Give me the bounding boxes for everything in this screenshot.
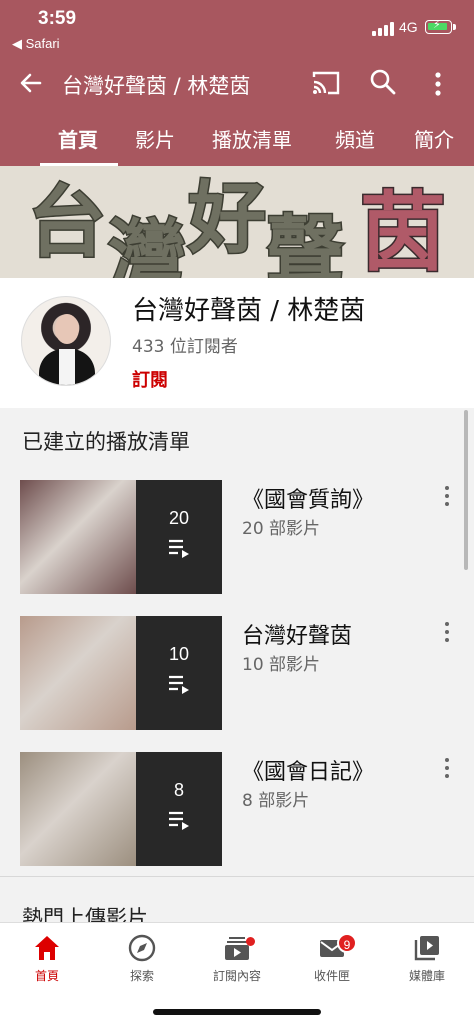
thumbnail-image <box>20 752 136 866</box>
status-bar: 3:59 ◀ Safari 4G ⚡ <box>0 0 474 58</box>
nav-explore[interactable]: 探索 <box>95 933 189 984</box>
tab-about[interactable]: 簡介 <box>414 124 454 153</box>
banner-char: 茵 <box>359 181 448 279</box>
inbox-badge: 9 <box>337 933 357 953</box>
playlist-title[interactable]: 《國會日記》 <box>242 754 374 786</box>
nav-inbox[interactable]: 9 收件匣 <box>285 933 379 984</box>
channel-tabs: 首頁 影片 播放清單 頻道 簡介 <box>0 118 474 166</box>
back-to-safari-link[interactable]: ◀ Safari <box>12 36 60 52</box>
channel-title: 台灣好聲茵 / 林楚茵 <box>62 74 251 98</box>
banner-char: 聲 <box>264 206 345 279</box>
banner-char: 好 <box>186 172 267 266</box>
banner-char: 台 <box>26 176 107 270</box>
new-content-dot <box>246 937 255 946</box>
playlist-count-text: 10 部影片 <box>242 655 321 675</box>
nav-label: 探索 <box>129 969 154 983</box>
playlist-more-icon[interactable] <box>440 756 454 780</box>
app-bar: 台灣好聲茵 / 林楚茵 <box>0 58 474 110</box>
tab-channels[interactable]: 頻道 <box>335 124 375 153</box>
more-options-icon[interactable] <box>428 70 448 98</box>
signal-icon <box>372 22 394 36</box>
thumbnail-image <box>20 616 136 730</box>
section-title: 已建立的播放清單 <box>22 430 190 454</box>
playlist-count-text: 8 部影片 <box>242 791 310 811</box>
thumbnail-image <box>20 480 136 594</box>
playlists-section: 已建立的播放清單 20 《國會質詢》 20 部影片 10 台灣好聲茵 10 部影… <box>0 408 474 878</box>
playlist-thumbnail[interactable]: 8 <box>20 752 222 866</box>
playlist-item[interactable]: 10 台灣好聲茵 10 部影片 <box>0 616 474 732</box>
playlist-video-count: 20 <box>168 508 190 528</box>
banner-char: 灣 <box>106 210 187 279</box>
network-label: 4G <box>399 19 418 35</box>
playlist-video-count: 10 <box>168 644 190 664</box>
section-divider <box>0 876 474 877</box>
cast-icon[interactable] <box>311 69 341 97</box>
top-bar: 3:59 ◀ Safari 4G ⚡ 台灣好聲茵 / 林楚茵 首頁 影片 播放清… <box>0 0 474 166</box>
status-time: 3:59 <box>38 8 77 29</box>
channel-info: 台灣好聲茵 / 林楚茵 433 位訂閱者 訂閱 <box>0 278 474 408</box>
battery-icon: ⚡ <box>425 18 456 34</box>
home-icon <box>35 936 59 960</box>
playlist-item[interactable]: 8 《國會日記》 8 部影片 <box>0 752 474 868</box>
playlist-icon <box>169 539 189 558</box>
nav-subscriptions[interactable]: 訂閱內容 <box>190 933 284 984</box>
playlist-count-text: 20 部影片 <box>242 519 321 539</box>
nav-label: 收件匣 <box>313 969 350 983</box>
nav-label: 媒體庫 <box>408 969 445 983</box>
playlist-item[interactable]: 20 《國會質詢》 20 部影片 <box>0 480 474 596</box>
search-icon[interactable] <box>369 68 397 96</box>
playlist-icon <box>169 675 189 694</box>
nav-label: 訂閱內容 <box>212 969 261 983</box>
back-arrow-icon[interactable] <box>16 68 46 98</box>
tab-home[interactable]: 首頁 <box>58 124 98 153</box>
home-indicator <box>153 1009 321 1015</box>
avatar[interactable] <box>21 296 111 386</box>
tab-playlists[interactable]: 播放清單 <box>212 124 292 153</box>
library-icon <box>414 936 439 961</box>
playlist-icon <box>169 811 189 830</box>
nav-library[interactable]: 媒體庫 <box>380 933 474 984</box>
playlist-more-icon[interactable] <box>440 620 454 644</box>
channel-banner: 台 灣 好 聲 茵 <box>0 166 474 278</box>
playlist-thumbnail[interactable]: 20 <box>20 480 222 594</box>
playlist-more-icon[interactable] <box>440 484 454 508</box>
nav-home[interactable]: 首頁 <box>0 933 94 984</box>
channel-name: 台灣好聲茵 / 林楚茵 <box>132 296 366 326</box>
playlist-video-count: 8 <box>173 780 184 800</box>
tab-videos[interactable]: 影片 <box>135 124 175 153</box>
playlist-title[interactable]: 台灣好聲茵 <box>242 618 352 650</box>
subscriber-count: 433 位訂閱者 <box>132 337 238 357</box>
playlist-title[interactable]: 《國會質詢》 <box>242 482 374 514</box>
nav-label: 首頁 <box>34 969 59 983</box>
subscribe-button[interactable]: 訂閱 <box>132 366 168 392</box>
scrollbar[interactable] <box>464 410 468 570</box>
explore-icon <box>128 934 156 962</box>
playlist-thumbnail[interactable]: 10 <box>20 616 222 730</box>
